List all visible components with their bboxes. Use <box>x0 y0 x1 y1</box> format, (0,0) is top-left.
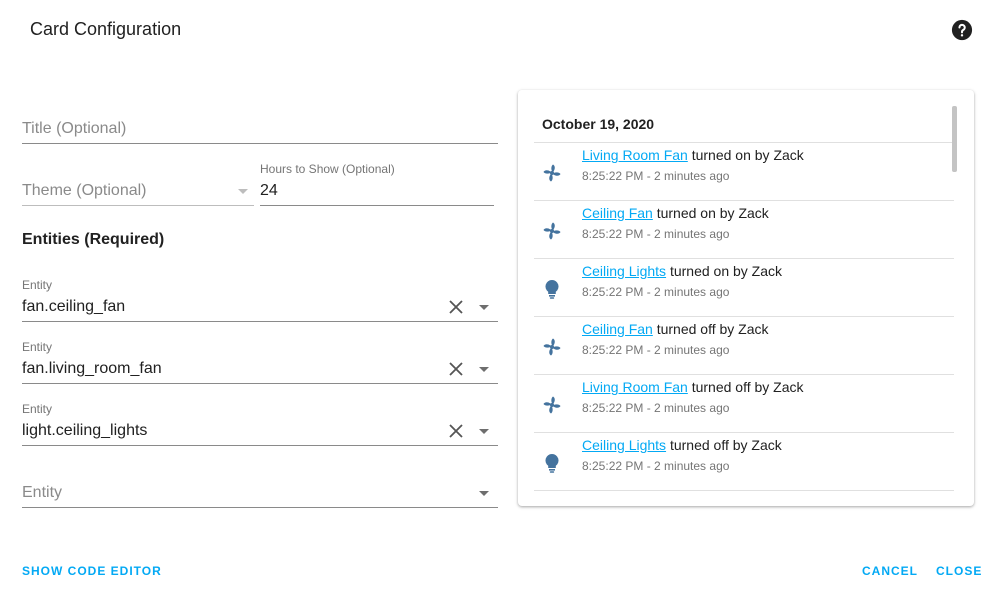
entity-label: Entity <box>22 340 53 354</box>
entry-action: turned on by Zack <box>666 263 783 279</box>
fan-icon <box>543 164 561 182</box>
fan-icon <box>543 396 561 414</box>
logbook-entry: Living Room Fan turned off by Zack 8:25:… <box>534 375 954 433</box>
entity-field[interactable]: Entity fan.ceiling_fan <box>22 278 498 322</box>
logbook-entry: Living Room Fan turned on by Zack 8:25:2… <box>534 143 954 201</box>
lightbulb-icon <box>545 279 559 299</box>
help-circle-icon[interactable] <box>951 19 973 41</box>
title-placeholder: Title (Optional) <box>22 120 127 137</box>
cancel-button[interactable]: CANCEL <box>862 564 918 578</box>
new-entity-placeholder: Entity <box>22 484 63 501</box>
entity-value: fan.living_room_fan <box>22 360 162 377</box>
entry-action: turned on by Zack <box>652 205 769 221</box>
entity-link[interactable]: Living Room Fan <box>582 379 688 395</box>
entry-text: Ceiling Fan turned on by Zack <box>582 205 769 221</box>
logbook-entry: Ceiling Lights turned on by Zack 8:25:22… <box>534 259 954 317</box>
hours-value: 24 <box>260 182 278 199</box>
entity-field[interactable]: Entity fan.living_room_fan <box>22 340 498 384</box>
entities-heading: Entities (Required) <box>22 231 165 248</box>
entry-action: turned off by Zack <box>652 321 769 337</box>
new-entity-field[interactable]: Entity <box>22 476 498 508</box>
chevron-down-icon[interactable] <box>238 189 248 194</box>
dialog-title: Card Configuration <box>30 19 182 39</box>
logbook-preview-card: October 19, 2020 Living Room Fan turned … <box>518 90 974 506</box>
entry-time: 8:25:22 PM - 2 minutes ago <box>582 227 730 241</box>
show-code-editor-button[interactable]: SHOW CODE EDITOR <box>22 564 162 578</box>
close-icon[interactable] <box>448 423 464 439</box>
close-button[interactable]: CLOSE <box>936 564 982 578</box>
entity-label: Entity <box>22 278 53 292</box>
entry-time: 8:25:22 PM - 2 minutes ago <box>582 169 730 183</box>
close-icon[interactable] <box>448 299 464 315</box>
hours-label: Hours to Show (Optional) <box>260 162 395 176</box>
entry-text: Living Room Fan turned off by Zack <box>582 379 804 395</box>
entity-field[interactable]: Entity light.ceiling_lights <box>22 402 498 446</box>
entry-text: Ceiling Lights turned off by Zack <box>582 437 782 453</box>
logbook-entry: Ceiling Lights turned off by Zack 8:25:2… <box>534 433 954 491</box>
fan-icon <box>543 222 561 240</box>
entity-link[interactable]: Ceiling Lights <box>582 437 666 453</box>
entry-time: 8:25:22 PM - 2 minutes ago <box>582 285 730 299</box>
logbook-entry: Ceiling Fan turned on by Zack 8:25:22 PM… <box>534 201 954 259</box>
entity-value: fan.ceiling_fan <box>22 298 126 315</box>
entity-label: Entity <box>22 402 53 416</box>
entity-link[interactable]: Ceiling Fan <box>582 205 653 221</box>
entity-value: light.ceiling_lights <box>22 422 148 439</box>
chevron-down-icon[interactable] <box>479 491 489 496</box>
logbook-entry: Ceiling Fan turned off by Zack 8:25:22 P… <box>534 317 954 375</box>
chevron-down-icon[interactable] <box>479 367 489 372</box>
entry-action: turned off by Zack <box>666 437 782 453</box>
divider <box>534 490 954 491</box>
title-field[interactable]: Title (Optional) <box>22 112 498 144</box>
hours-to-show-field[interactable]: Hours to Show (Optional) 24 <box>260 162 494 206</box>
theme-placeholder: Theme (Optional) <box>22 182 147 199</box>
entry-text: Ceiling Lights turned on by Zack <box>582 263 782 279</box>
entry-text: Living Room Fan turned on by Zack <box>582 147 804 163</box>
entity-link[interactable]: Ceiling Fan <box>582 321 653 337</box>
entry-time: 8:25:22 PM - 2 minutes ago <box>582 343 730 357</box>
chevron-down-icon[interactable] <box>479 305 489 310</box>
entity-link[interactable]: Living Room Fan <box>582 147 688 163</box>
entity-link[interactable]: Ceiling Lights <box>582 263 666 279</box>
fan-icon <box>543 338 561 356</box>
entry-action: turned on by Zack <box>687 147 804 163</box>
entry-action: turned off by Zack <box>687 379 804 395</box>
lightbulb-icon <box>545 453 559 473</box>
theme-select[interactable]: Theme (Optional) <box>22 174 254 206</box>
chevron-down-icon[interactable] <box>479 429 489 434</box>
entry-text: Ceiling Fan turned off by Zack <box>582 321 769 337</box>
preview-date: October 19, 2020 <box>542 116 655 132</box>
close-icon[interactable] <box>448 361 464 377</box>
entry-time: 8:25:22 PM - 2 minutes ago <box>582 401 730 415</box>
entry-time: 8:25:22 PM - 2 minutes ago <box>582 459 730 473</box>
